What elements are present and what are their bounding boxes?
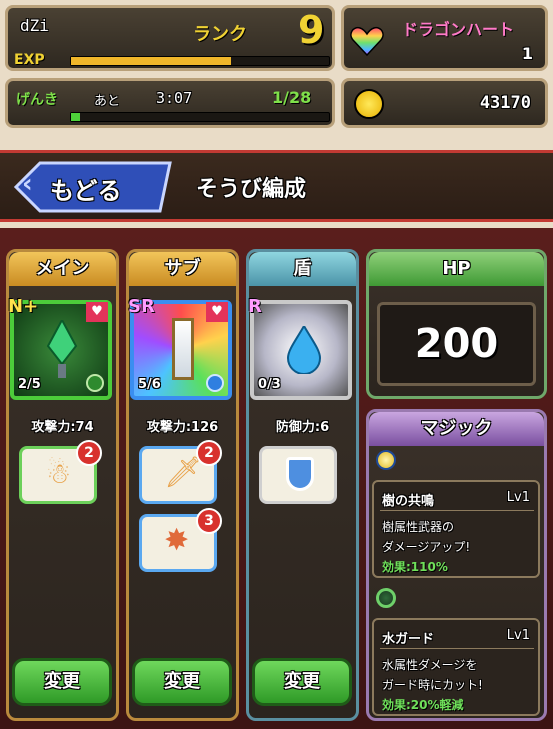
back-button[interactable]: ‹ もどる <box>14 161 174 213</box>
sub-favorite-heart-icon: ♥ <box>206 302 228 322</box>
magic-item-2-divider <box>380 648 534 649</box>
magic-item-2-desc1: 水属性ダメージを <box>382 658 478 672</box>
column-header-shield: 盾 <box>249 252 356 286</box>
player-name: dZi <box>20 16 49 35</box>
rank-value: 9 <box>298 8 325 52</box>
exp-bar <box>70 56 330 66</box>
leaf-sword-icon <box>40 317 84 384</box>
stamina-bar-fill <box>71 113 81 121</box>
column-header-main: メイン <box>9 252 116 286</box>
gold-coin-icon <box>354 89 384 119</box>
player-panel: dZi ランク 9 EXP <box>5 5 335 71</box>
magic-item-2-level: Lv1 <box>506 628 530 643</box>
sub-rarity-badge: SR <box>128 296 155 317</box>
dragon-heart-count: 1 <box>521 44 533 63</box>
shield-change-button[interactable]: 変更 <box>252 658 352 706</box>
stamina-value: 1/28 <box>272 88 312 107</box>
magic-item-1[interactable]: 樹の共鳴 Lv1 樹属性武器の ダメージアップ! 効果:110% <box>372 480 540 578</box>
stamina-timer: 3:07 <box>156 89 193 107</box>
mirror-sword-icon <box>172 318 194 380</box>
shield-count: 0/3 <box>258 377 281 392</box>
hp-header: HP <box>369 252 544 286</box>
shield-defense-stat: 防御力:6 <box>275 420 330 435</box>
magic-item-1-level: Lv1 <box>506 490 530 505</box>
gingerbread-man-icon: ☃ <box>46 457 72 490</box>
water-element-icon <box>206 374 224 392</box>
magic-item-1-desc1: 樹属性武器の <box>382 520 455 534</box>
main-attack-stat: 攻撃力:74 <box>31 420 94 435</box>
dagger-slash-icon: 🗡 <box>164 455 203 490</box>
chevron-left-icon: ‹ <box>22 169 33 199</box>
column-header-sub: サブ <box>129 252 236 286</box>
magic-orb-icon-1 <box>376 450 396 470</box>
magic-item-2-desc2: ガード時にカット! <box>382 678 483 692</box>
dragon-heart-label: ドラゴンハート <box>402 20 515 39</box>
main-rarity-badge: N+ <box>8 296 39 317</box>
magic-item-1-desc2: ダメージアップ! <box>382 540 471 554</box>
gold-panel: 43170 <box>341 78 548 128</box>
shield-rarity-badge: R <box>248 296 262 317</box>
crest-shield-icon <box>286 457 314 491</box>
hp-value: 200 <box>414 321 499 367</box>
magic-item-1-effect: 効果:110% <box>382 560 448 574</box>
sword-burst-icon: ✸ <box>164 523 190 558</box>
main-change-button[interactable]: 変更 <box>12 658 112 706</box>
magic-item-2-effect: 効果:20%軽減 <box>382 698 464 712</box>
stamina-label: げんき <box>16 92 58 108</box>
shield-skill-slot-1[interactable] <box>259 446 337 504</box>
main-weapon-count: 2/5 <box>18 377 41 392</box>
rainbow-heart-icon <box>350 26 384 57</box>
stamina-bar <box>70 112 330 122</box>
exp-bar-fill <box>71 57 231 65</box>
sub-skill-badge-2: 3 <box>196 508 222 534</box>
stamina-time-prefix: あと <box>94 94 121 109</box>
rank-label: ランク <box>193 24 247 45</box>
sub-skill-badge-1: 2 <box>196 440 222 466</box>
main-favorite-heart-icon: ♥ <box>86 302 108 322</box>
water-drop-icon <box>286 323 322 378</box>
back-button-label: もどる <box>50 177 122 205</box>
exp-label: EXP <box>14 52 45 68</box>
hp-value-box: 200 <box>377 302 536 386</box>
page-title: そうび編成 <box>196 177 307 202</box>
sub-attack-stat: 攻撃力:126 <box>146 420 219 435</box>
magic-item-1-name: 樹の共鳴 <box>382 494 435 509</box>
magic-header: マジック <box>369 412 544 446</box>
hp-panel: HP 200 <box>366 249 547 399</box>
sub-weapon-count: 5/6 <box>138 377 161 392</box>
header-banner: ‹ もどる そうび編成 <box>0 150 553 222</box>
stamina-panel: げんき あと 3:07 1/28 <box>5 78 335 128</box>
magic-item-2[interactable]: 水ガード Lv1 水属性ダメージを ガード時にカット! 効果:20%軽減 <box>372 618 540 716</box>
magic-item-2-name: 水ガード <box>382 632 435 647</box>
magic-ring-icon-2 <box>376 588 396 608</box>
dragon-heart-panel[interactable]: ドラゴンハート 1 <box>341 5 548 71</box>
sub-change-button[interactable]: 変更 <box>132 658 232 706</box>
wood-element-icon <box>86 374 104 392</box>
magic-item-1-divider <box>380 510 534 511</box>
main-skill-badge-1: 2 <box>76 440 102 466</box>
gold-amount: 43170 <box>479 93 531 113</box>
shield-card[interactable]: 0/3 <box>250 300 352 400</box>
